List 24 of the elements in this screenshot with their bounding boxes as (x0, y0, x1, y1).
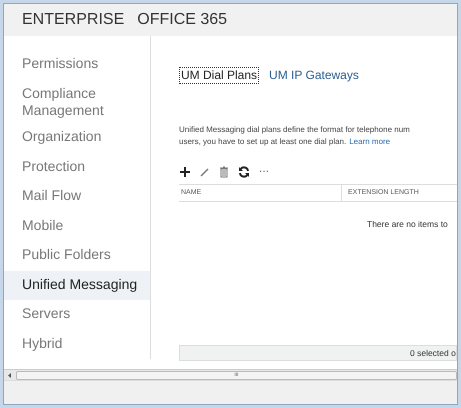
sidebar-item[interactable]: Organization (4, 123, 150, 152)
description-text: Unified Messaging dial plans define the format for telephone num (179, 124, 411, 136)
sidebar-item[interactable]: Public Folders (4, 241, 150, 270)
more-button[interactable]: ··· (259, 167, 269, 177)
sidebar-item[interactable]: Mail Flow (4, 182, 150, 212)
add-icon[interactable] (179, 166, 191, 178)
sidebar-item[interactable]: Protection (4, 152, 150, 182)
tab[interactable]: UM IP Gateways (267, 67, 361, 84)
refresh-icon[interactable] (238, 166, 250, 178)
sidebar-item[interactable]: Unified Messaging (4, 270, 150, 300)
tab[interactable]: UM Dial Plans (179, 67, 260, 84)
selection-count: 0 selected o (410, 346, 456, 360)
sidebar-item[interactable]: Permissions (4, 50, 150, 80)
learn-more-link[interactable]: Learn more (349, 136, 390, 148)
sidebar-item[interactable]: Servers (4, 300, 150, 330)
description-text: users, you have to set up at least one dial plan. (179, 136, 346, 148)
header-title: ENTERPRISE (22, 10, 124, 30)
product-name: OFFICE 365 (137, 10, 228, 30)
empty-message: There are no items to (367, 219, 448, 229)
sidebar-item[interactable]: Hybrid (4, 330, 150, 359)
sidebar-item[interactable]: Compliance Management (4, 80, 150, 123)
trash-icon[interactable] (219, 166, 229, 178)
pencil-icon[interactable] (200, 167, 210, 177)
sidebar-item[interactable]: Mobile (4, 212, 150, 241)
